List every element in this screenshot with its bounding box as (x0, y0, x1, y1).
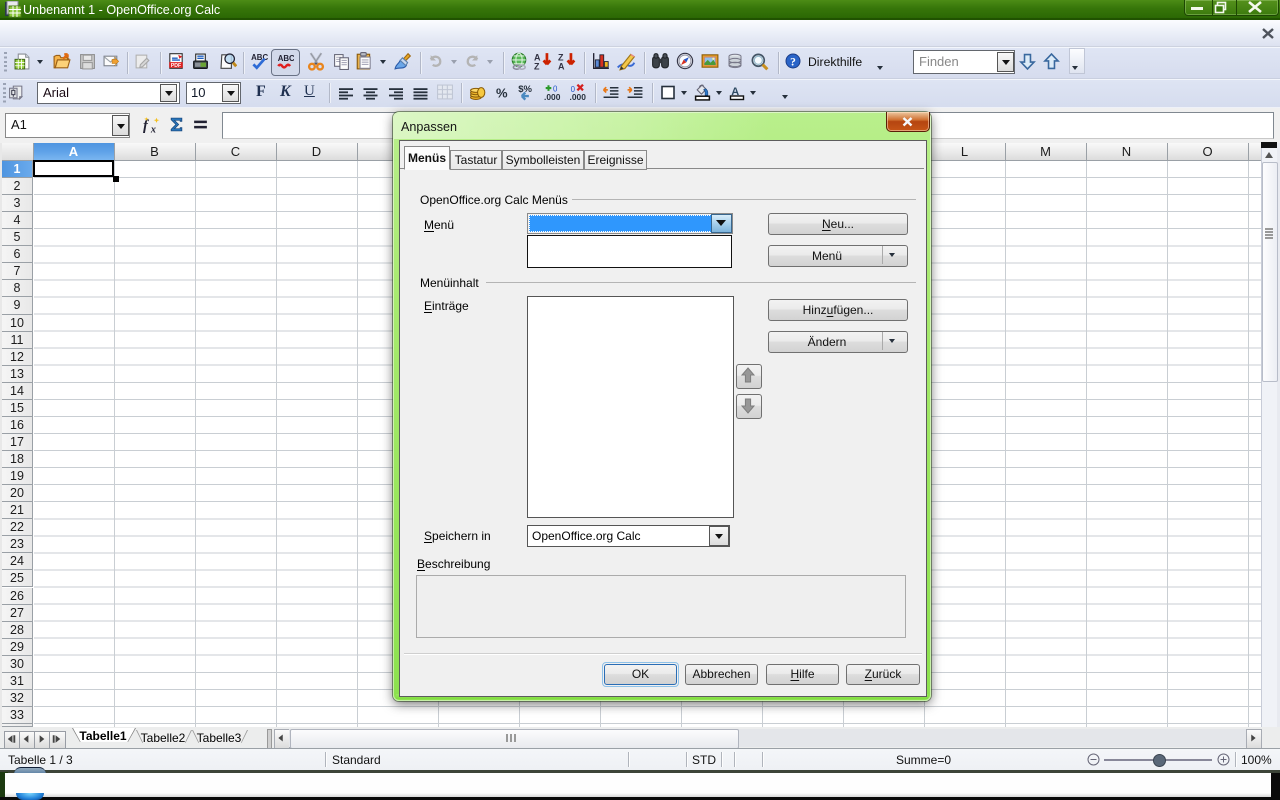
svg-text:?: ? (790, 57, 796, 69)
svg-text:ABC: ABC (278, 54, 294, 63)
svg-text:.000: .000 (544, 92, 561, 101)
svg-text:A: A (558, 61, 565, 70)
svg-text:Z: Z (534, 61, 540, 70)
svg-text:.000: .000 (570, 92, 587, 101)
svg-text:ABC: ABC (251, 53, 268, 62)
svg-text:x: x (150, 124, 156, 134)
svg-text:%: % (496, 86, 508, 101)
svg-text:PDF: PDF (171, 63, 181, 69)
